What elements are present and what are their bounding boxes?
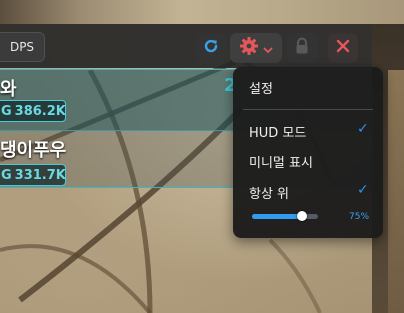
menu-item-hud-mode[interactable]: HUD 모드 ✓ <box>233 117 383 145</box>
refresh-button[interactable] <box>196 33 226 63</box>
refresh-icon <box>202 37 220 59</box>
damage-value: 386.2K <box>14 103 66 119</box>
menu-item-label: HUD 모드 <box>249 126 307 141</box>
opacity-value: 75% <box>349 212 370 222</box>
close-icon <box>335 38 351 58</box>
overlay-toolbar: DPS <box>0 24 372 68</box>
settings-menu: 설정 HUD 모드 ✓ 미니멀 표시 항상 위 ✓ 75% <box>233 67 383 238</box>
menu-divider <box>243 109 373 110</box>
slider-thumb[interactable] <box>297 211 307 221</box>
check-icon: ✓ <box>357 121 369 137</box>
damage-badge: G 331.7K <box>0 164 66 186</box>
damage-badge: G 386.2K <box>0 100 66 122</box>
menu-item-label: 항상 위 <box>249 187 290 202</box>
player-name: 댕이푸우 <box>0 140 67 161</box>
menu-item-minimal-view[interactable]: 미니멀 표시 <box>233 147 383 175</box>
tab-dps[interactable]: DPS <box>0 32 45 62</box>
menu-title: 설정 <box>249 82 273 97</box>
damage-prefix: G <box>1 167 12 183</box>
lock-icon <box>294 37 310 59</box>
check-icon: ✓ <box>357 182 369 198</box>
damage-value: 331.7K <box>14 167 66 183</box>
close-button[interactable] <box>328 33 358 63</box>
gear-icon <box>239 36 259 60</box>
chevron-down-icon <box>263 39 273 58</box>
lock-button[interactable] <box>287 33 317 63</box>
damage-prefix: G <box>1 103 12 119</box>
player-name: 와 <box>0 79 17 100</box>
menu-item-label: 미니멀 표시 <box>249 156 313 171</box>
slider-fill <box>252 214 302 219</box>
settings-button[interactable] <box>230 33 282 63</box>
menu-item-always-on-top[interactable]: 항상 위 ✓ <box>233 178 383 206</box>
opacity-slider[interactable] <box>252 211 318 221</box>
